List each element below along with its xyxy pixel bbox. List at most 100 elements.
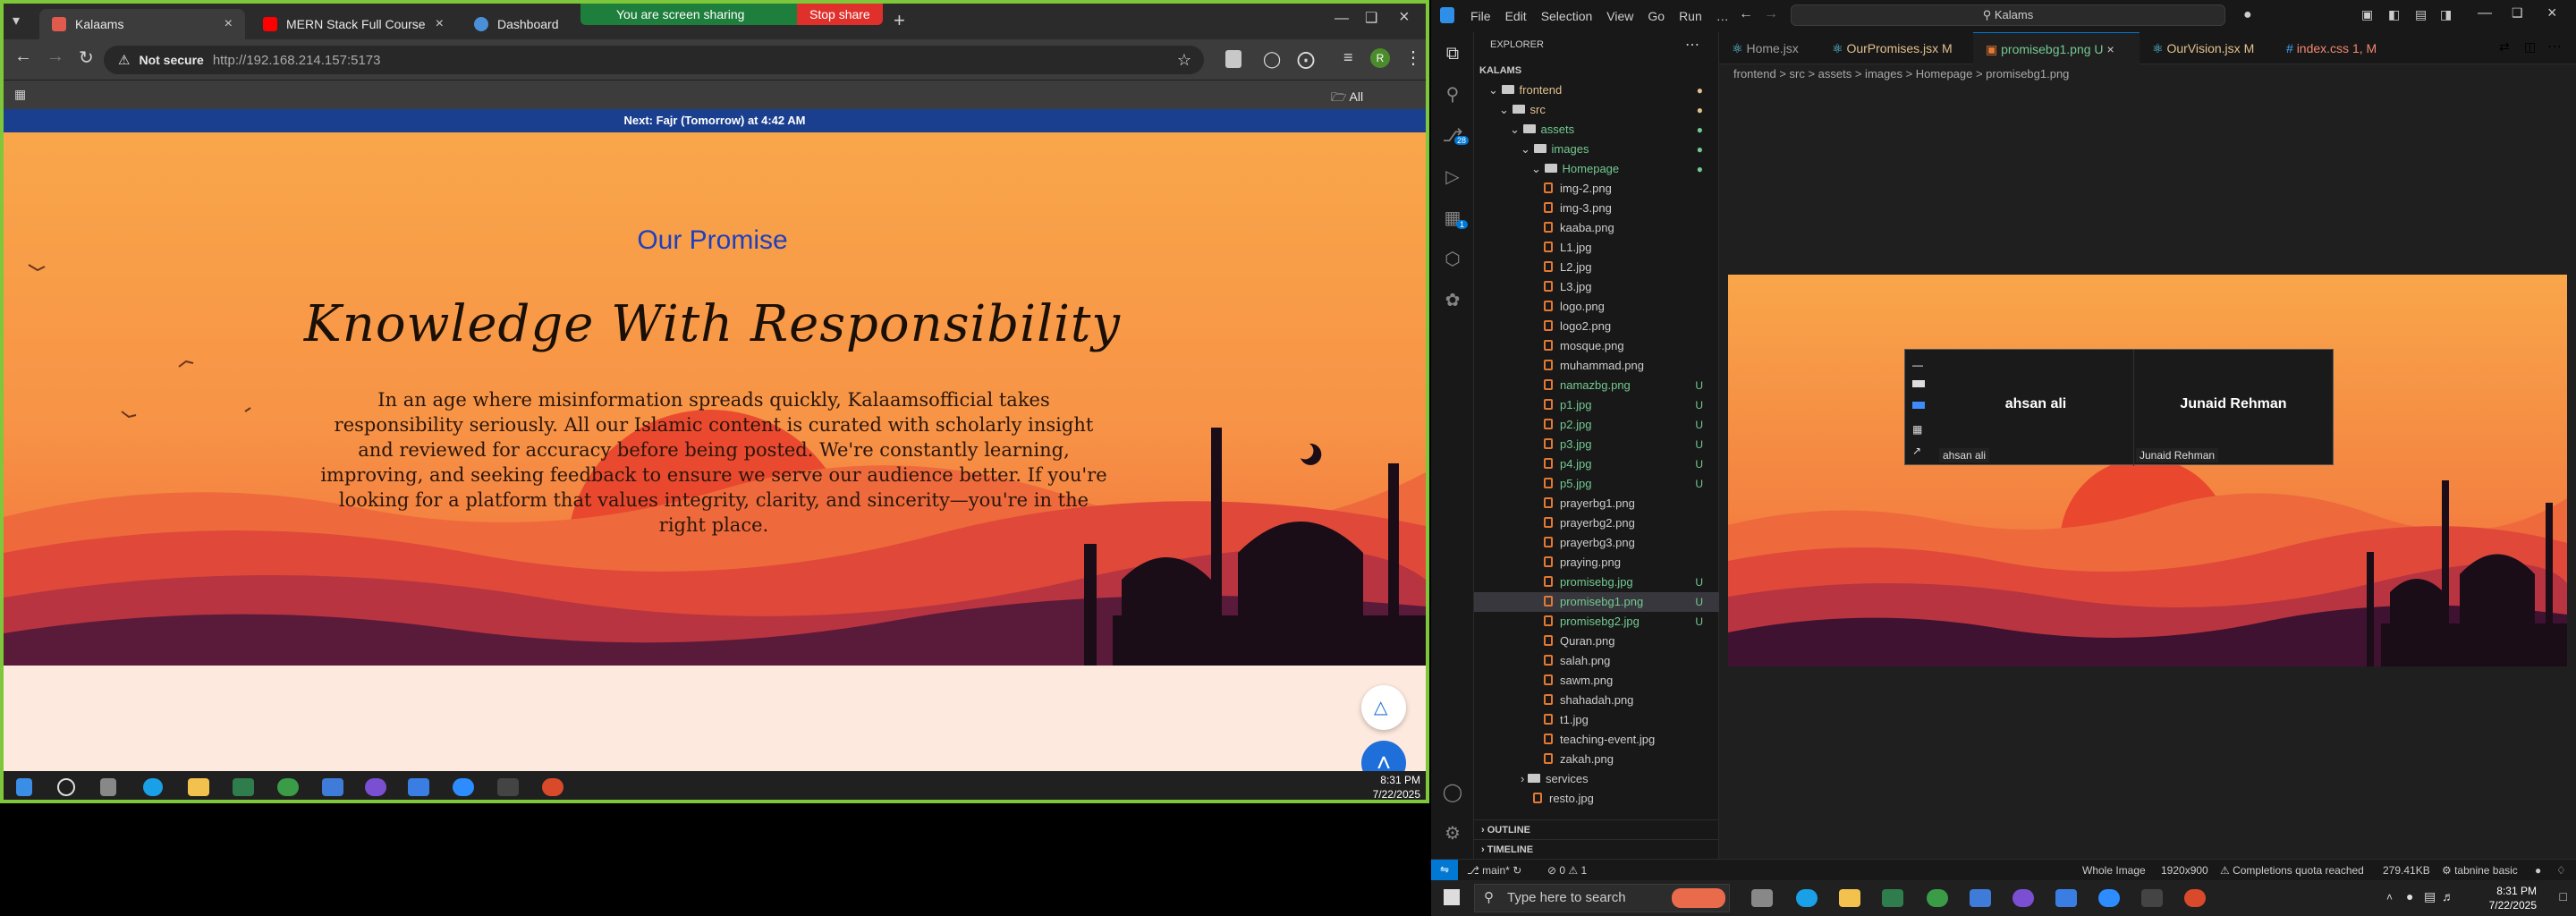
expand-icon[interactable]: ↗: [1912, 445, 1921, 457]
file-row[interactable]: sawm.png: [1474, 671, 1719, 691]
store-icon[interactable]: [1882, 889, 1903, 907]
file-row[interactable]: logo.png: [1474, 297, 1719, 317]
file-row[interactable]: p1.jpg U: [1474, 395, 1719, 415]
file-row[interactable]: salah.png: [1474, 651, 1719, 671]
speaker-view-icon[interactable]: [1912, 402, 1925, 409]
file-row[interactable]: Quran.png: [1474, 632, 1719, 651]
split-editor-icon[interactable]: ◫: [2524, 39, 2536, 55]
taskbar-clock[interactable]: 8:31 PM 7/22/2025: [2489, 884, 2537, 912]
zoom-icon[interactable]: [453, 778, 474, 796]
file-row[interactable]: p5.jpg U: [1474, 474, 1719, 494]
file-row[interactable]: mosque.png: [1474, 336, 1719, 356]
copilot-icon[interactable]: ●: [2243, 7, 2252, 23]
tab-ourvision-jsx[interactable]: ⚛ OurVision.jsx M: [2140, 32, 2274, 64]
menu-kebab-icon[interactable]: ⋮: [1404, 47, 1422, 69]
close-button[interactable]: ×: [2547, 4, 2557, 22]
chrome-icon[interactable]: [277, 778, 299, 796]
file-row[interactable]: promisebg2.jpg U: [1474, 612, 1719, 632]
file-row[interactable]: muhammad.png: [1474, 356, 1719, 376]
file-row[interactable]: shahadah.png: [1474, 691, 1719, 710]
file-resto[interactable]: resto.jpg: [1474, 789, 1719, 809]
back-arrow-icon[interactable]: ←: [14, 47, 32, 67]
network-icon[interactable]: ▤: [2424, 889, 2436, 904]
tab-mern[interactable]: MERN Stack Full Course - ECom ×: [250, 9, 456, 39]
file-explorer-icon[interactable]: [1839, 889, 1860, 907]
menu-edit[interactable]: Edit: [1505, 9, 1527, 23]
vscode-icon[interactable]: [2055, 889, 2077, 907]
explorer-icon[interactable]: ⧉: [1442, 43, 1463, 64]
file-row[interactable]: L1.jpg: [1474, 238, 1719, 258]
app-icon[interactable]: [1970, 889, 1991, 907]
windows-start-icon[interactable]: [16, 778, 32, 796]
file-row[interactable]: kaaba.png: [1474, 218, 1719, 238]
participant-tile[interactable]: Junaid Rehman Junaid Rehman: [2134, 350, 2333, 466]
profile-avatar[interactable]: R: [1370, 48, 1390, 68]
search-icon[interactable]: ⚲: [1442, 84, 1463, 106]
quota-status[interactable]: ⚠ Completions quota reached: [2220, 864, 2364, 877]
bookmark-star-icon[interactable]: ☆: [1177, 51, 1191, 70]
toggle-sidebar-icon[interactable]: ◧: [2388, 7, 2400, 22]
reload-icon[interactable]: ↻: [79, 47, 94, 69]
maximize-button[interactable]: ❑: [1365, 9, 1377, 27]
tabnine-status[interactable]: ⚙ tabnine basic: [2442, 864, 2518, 877]
floating-mosque-button[interactable]: △: [1361, 685, 1406, 730]
taskbar-search-input[interactable]: ⚲ Type here to search: [1474, 884, 1730, 912]
search-icon[interactable]: [57, 778, 75, 796]
file-row[interactable]: img-2.png: [1474, 179, 1719, 199]
copilot-status-icon[interactable]: ●: [2535, 864, 2541, 877]
tab-promisebg1-png[interactable]: ▣ promisebg1.png U ×: [1973, 32, 2140, 64]
chrome-icon[interactable]: [1927, 889, 1948, 907]
close-tab-icon[interactable]: ×: [225, 16, 233, 32]
settings-gear-icon[interactable]: ⚙: [1442, 823, 1463, 844]
file-row[interactable]: p4.jpg U: [1474, 454, 1719, 474]
command-center-search[interactable]: ⚲ Kalams: [1791, 4, 2225, 26]
apps-grid-icon[interactable]: ▦: [14, 87, 26, 102]
menu-more[interactable]: …: [1716, 9, 1729, 23]
tab-ourpromises-jsx[interactable]: ⚛ OurPromises.jsx M: [1819, 32, 1973, 64]
url-text[interactable]: http://192.168.214.157:5173: [213, 53, 381, 68]
chevron-up-icon[interactable]: ˄: [2386, 891, 2393, 903]
close-window-button[interactable]: ×: [1399, 7, 1410, 28]
file-row[interactable]: L3.jpg: [1474, 277, 1719, 297]
extensions-puzzle-icon[interactable]: ⨀: [1297, 48, 1315, 71]
file-row[interactable]: prayerbg1.png: [1474, 494, 1719, 513]
grid-view-icon[interactable]: ▦: [1912, 423, 1922, 436]
more-actions-icon[interactable]: ⋯: [1685, 36, 1699, 54]
zoom-icon[interactable]: [2098, 889, 2120, 907]
restore-button[interactable]: ❑: [2512, 5, 2523, 21]
folder-frontend[interactable]: ⌄ frontend ●: [1474, 81, 1719, 100]
vscode-icon[interactable]: [408, 778, 429, 796]
problems-status[interactable]: ⊘ 0 ⚠ 1: [1547, 864, 1587, 877]
taskbar-clock[interactable]: 8:31 PM 7/22/2025: [1373, 773, 1420, 800]
github-icon[interactable]: [365, 778, 386, 796]
more-actions-icon[interactable]: ⋯: [2547, 38, 2562, 55]
minimize-button[interactable]: —: [1335, 11, 1349, 27]
toggle-secondary-icon[interactable]: ◨: [2440, 7, 2452, 22]
store-icon[interactable]: [233, 778, 254, 796]
remote-indicator-icon[interactable]: ⇋: [1431, 860, 1458, 880]
file-row[interactable]: img-3.png: [1474, 199, 1719, 218]
terminal-icon[interactable]: [497, 778, 519, 796]
branch-status[interactable]: ⎇ main* ↻: [1467, 864, 1521, 877]
layout-icon[interactable]: [1912, 380, 1925, 387]
file-row[interactable]: praying.png: [1474, 553, 1719, 572]
volume-icon[interactable]: ♬: [2442, 889, 2454, 903]
windows-start-icon[interactable]: [1444, 889, 1460, 905]
tab-index-css[interactable]: # index.css 1, M: [2274, 32, 2408, 64]
close-tab-icon[interactable]: ×: [436, 16, 444, 32]
edge-icon[interactable]: [143, 778, 163, 796]
tab-home-jsx[interactable]: ⚛ Home.jsx: [1719, 32, 1819, 64]
stop-share-button[interactable]: Stop share: [797, 4, 883, 25]
notifications-bell-icon[interactable]: ♢: [2556, 864, 2566, 877]
app2-icon[interactable]: [542, 778, 564, 796]
tab-dashboard[interactable]: Dashboard: [462, 9, 578, 39]
cast-icon[interactable]: ◯: [1263, 50, 1281, 69]
file-row[interactable]: zakah.png: [1474, 750, 1719, 769]
timeline-section[interactable]: › TIMELINE: [1474, 839, 1719, 859]
menu-selection[interactable]: Selection: [1541, 9, 1593, 23]
participant-tile[interactable]: ahsan ali ahsan ali: [1937, 350, 2134, 466]
account-icon[interactable]: ◯: [1442, 782, 1463, 803]
folder-src[interactable]: ⌄ src ●: [1474, 100, 1719, 120]
extension-icon[interactable]: [1225, 50, 1241, 68]
notifications-icon[interactable]: □: [2560, 889, 2567, 903]
